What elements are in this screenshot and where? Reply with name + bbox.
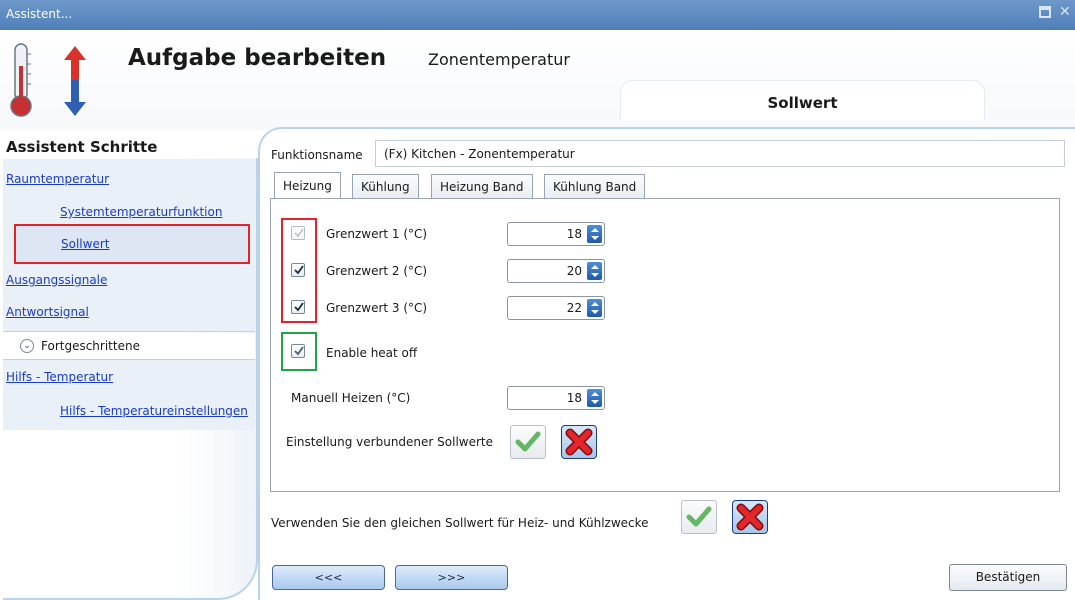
linked-setpoints-ok-button[interactable] [510, 425, 546, 459]
sidebar-item-antwortsignal[interactable]: Antwortsignal [6, 305, 89, 319]
window-title: Assistent... [6, 7, 73, 21]
next-button[interactable]: >>> [395, 565, 508, 590]
chevron-down-icon[interactable]: ⌄ [20, 339, 34, 353]
manual-heat-spinner[interactable]: 18 [507, 386, 605, 410]
sidebar-item-label[interactable]: Ausgangssignale [6, 273, 107, 287]
sidebar-item-label[interactable]: Sollwert [61, 237, 109, 251]
tab-heizung[interactable]: Heizung [274, 172, 341, 199]
previous-button[interactable]: <<< [272, 565, 385, 590]
sidebar-item-label[interactable]: Hilfs - Temperatureinstellungen [60, 404, 248, 418]
function-name-label: Funktionsname [271, 148, 363, 162]
function-name-input[interactable]: (Fx) Kitchen - Zonentemperatur [375, 140, 1065, 167]
threshold-1-label: Grenzwert 1 (°C) [326, 227, 428, 241]
sidebar-item-label[interactable]: Hilfs - Temperatur [6, 370, 113, 384]
sidebar-group-label[interactable]: Fortgeschrittene [41, 339, 140, 353]
tab-heizung-band[interactable]: Heizung Band [431, 174, 533, 199]
sidebar-divider [3, 331, 255, 332]
sidebar-item-ausgangssignale[interactable]: Ausgangssignale [6, 273, 107, 287]
sidebar-item-raumtemperatur[interactable]: Raumtemperatur [6, 172, 109, 186]
page-subtitle: Zonentemperatur [428, 50, 570, 69]
threshold-3-checkbox[interactable] [291, 300, 305, 314]
checkmark-icon [294, 346, 304, 356]
up-down-arrows-icon [64, 46, 86, 116]
confirm-button[interactable]: Bestätigen [949, 564, 1067, 591]
sidebar-item-label[interactable]: Systemtemperaturfunktion [60, 205, 222, 219]
checkmark-icon [515, 431, 541, 452]
window-titlebar: Assistent... ✕ [0, 0, 1075, 30]
threshold-1-spinner[interactable]: 18 [507, 222, 605, 246]
same-setpoint-ok-button[interactable] [681, 500, 717, 534]
checkmark-icon [686, 506, 712, 527]
threshold-2-value[interactable]: 20 [567, 264, 582, 278]
sidebar-divider [3, 359, 255, 360]
page-title: Aufgabe bearbeiten [128, 45, 387, 71]
restore-icon[interactable] [1039, 6, 1051, 18]
linked-setpoints-label: Einstellung verbundener Sollwerte [286, 435, 493, 449]
checkmark-icon [294, 302, 304, 312]
enable-heat-off-checkbox[interactable] [291, 344, 305, 358]
sidebar-item-sollwert[interactable]: Sollwert [14, 224, 250, 264]
same-setpoint-cancel-button[interactable] [732, 500, 768, 534]
same-setpoint-label: Verwenden Sie den gleichen Sollwert für … [271, 516, 649, 530]
threshold-2-label: Grenzwert 2 (°C) [326, 264, 428, 278]
threshold-2-spinner[interactable]: 20 [507, 259, 605, 283]
threshold-2-checkbox[interactable] [291, 263, 305, 277]
tab-kuehlung-band[interactable]: Kühlung Band [544, 174, 646, 199]
sidebar-item-hilfs-temperatureinstellungen[interactable]: Hilfs - Temperatureinstellungen [60, 404, 255, 418]
sidebar-item-hilfs-temperatur[interactable]: Hilfs - Temperatur [6, 370, 113, 384]
window-controls: ✕ [1039, 5, 1071, 19]
close-icon[interactable]: ✕ [1059, 5, 1071, 19]
page-header: Aufgabe bearbeiten Zonentemperatur Sollw… [0, 30, 1075, 130]
threshold-3-spinner[interactable]: 22 [507, 296, 605, 320]
red-x-icon [565, 428, 593, 456]
manual-heat-label: Manuell Heizen (°C) [291, 391, 411, 405]
spinner-arrows-icon[interactable] [587, 299, 602, 317]
tab-kuehlung[interactable]: Kühlung [352, 174, 419, 199]
enable-heat-off-label: Enable heat off [326, 346, 418, 360]
threshold-1-checkbox [291, 226, 305, 240]
sidebar-item-systemtemperaturfunktion[interactable]: Systemtemperaturfunktion [60, 205, 222, 219]
section-tab-sollwert: Sollwert [620, 80, 985, 120]
checkmark-icon [294, 228, 304, 238]
spinner-arrows-icon[interactable] [587, 225, 602, 243]
sidebar-item-label[interactable]: Antwortsignal [6, 305, 89, 319]
thermometer-icon [10, 43, 32, 117]
manual-heat-value[interactable]: 18 [567, 391, 582, 405]
sidebar-item-label[interactable]: Raumtemperatur [6, 172, 109, 186]
linked-setpoints-cancel-button[interactable] [561, 425, 597, 459]
threshold-3-label: Grenzwert 3 (°C) [326, 301, 428, 315]
threshold-1-value[interactable]: 18 [567, 227, 582, 241]
threshold-3-value[interactable]: 22 [567, 301, 582, 315]
spinner-arrows-icon[interactable] [587, 389, 602, 407]
spinner-arrows-icon[interactable] [587, 262, 602, 280]
sidebar-heading: Assistent Schritte [6, 138, 158, 156]
checkmark-icon [294, 265, 304, 275]
red-x-icon [736, 503, 764, 531]
